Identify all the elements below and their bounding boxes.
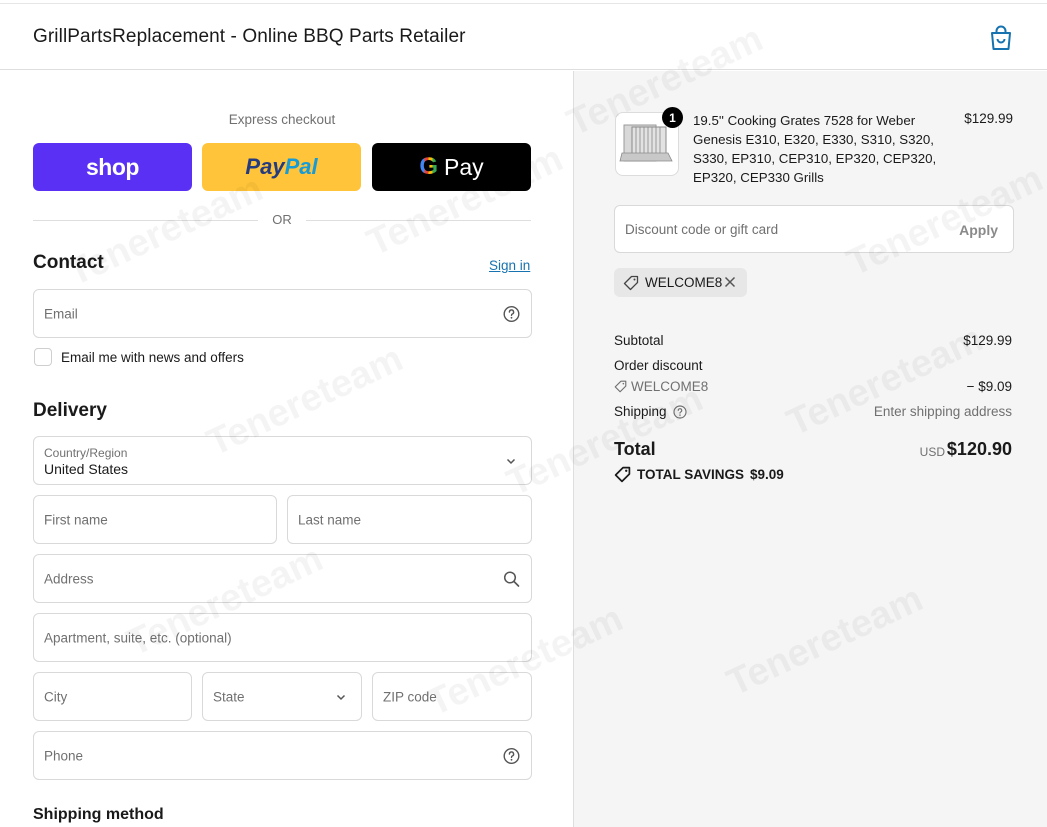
state-select[interactable]: State — [202, 672, 362, 721]
newsletter-label: Email me with news and offers — [61, 350, 244, 365]
help-circle-icon[interactable] — [503, 747, 520, 764]
order-discount-code: WELCOME8 — [631, 379, 709, 394]
product-name: 19.5'' Cooking Grates 7528 for Weber Gen… — [693, 113, 937, 185]
email-placeholder: Email — [44, 306, 78, 321]
express-checkout-label: Express checkout — [228, 112, 336, 127]
total-currency: USD — [919, 445, 945, 459]
order-discount-code-row: WELCOME8 — [614, 379, 708, 394]
google-pay-label: Pay — [444, 153, 484, 180]
tag-icon — [614, 380, 627, 393]
site-header: GrillPartsReplacement - Online BBQ Parts… — [0, 4, 1047, 70]
quantity-badge: 1 — [662, 107, 683, 128]
total-label: Total — [614, 439, 656, 459]
address-field[interactable]: Address — [33, 554, 532, 603]
phone-field[interactable]: Phone — [33, 731, 532, 780]
total-savings: TOTAL SAVINGS $9.09 — [614, 466, 784, 483]
last-name-field[interactable]: Last name — [287, 495, 532, 544]
discount-placeholder: Discount code or gift card — [625, 222, 779, 237]
applied-code: WELCOME8 — [645, 275, 723, 290]
delivery-heading: Delivery — [33, 400, 107, 421]
zip-code-placeholder: ZIP code — [383, 689, 437, 704]
shipping-label: Shipping — [614, 404, 667, 419]
or-divider: OR — [33, 212, 531, 228]
first-name-placeholder: First name — [44, 512, 108, 527]
address-placeholder: Address — [44, 571, 94, 586]
shopping-bag-icon[interactable] — [988, 24, 1014, 52]
shop-pay-label: shop — [86, 153, 139, 180]
subtotal-label: Subtotal — [614, 333, 664, 348]
shipping-value: Enter shipping address — [873, 404, 1012, 419]
order-discount-value: − $9.09 — [966, 379, 1012, 394]
store-title[interactable]: GrillPartsReplacement - Online BBQ Parts… — [33, 26, 466, 48]
checkout-form-panel: Express checkout shop Pay Pal G Pay OR Con… — [0, 71, 573, 827]
city-placeholder: City — [44, 689, 68, 704]
sign-in-link[interactable]: Sign in — [489, 258, 530, 273]
country-label: Country/Region — [44, 446, 128, 460]
order-discount-label: Order discount — [614, 358, 703, 373]
shop-pay-button[interactable]: shop — [33, 143, 192, 191]
discount-code-field[interactable]: Discount code or gift card Apply — [614, 205, 1014, 253]
shipping-row: Shipping — [614, 404, 687, 419]
total-value: $120.90 — [946, 439, 1012, 459]
zip-code-field[interactable]: ZIP code — [372, 672, 532, 721]
or-line-right — [306, 220, 531, 221]
paypal-button[interactable]: Pay Pal — [202, 143, 361, 191]
first-name-field[interactable]: First name — [33, 495, 277, 544]
country-select[interactable]: Country/Region United States — [33, 436, 532, 485]
email-field[interactable]: Email — [33, 289, 532, 338]
google-g-icon: G — [419, 153, 439, 180]
help-circle-icon[interactable] — [672, 404, 687, 419]
country-value: United States — [44, 461, 129, 477]
google-pay-button[interactable]: G Pay — [372, 143, 531, 191]
product-price: $129.99 — [964, 111, 1013, 126]
city-field[interactable]: City — [33, 672, 192, 721]
state-placeholder: State — [213, 689, 245, 704]
chevron-down-icon — [336, 694, 346, 700]
newsletter-checkbox[interactable] — [34, 348, 52, 366]
chevron-down-icon — [506, 458, 516, 464]
apartment-field[interactable]: Apartment, suite, etc. (optional) — [33, 613, 532, 662]
apply-button[interactable]: Apply — [959, 222, 998, 238]
paypal-label-pal: Pal — [284, 154, 318, 179]
shipping-method-heading: Shipping method — [33, 806, 164, 823]
remove-discount-icon[interactable] — [722, 274, 738, 290]
tag-icon — [623, 275, 639, 290]
total-savings-value: $9.09 — [750, 467, 784, 482]
last-name-placeholder: Last name — [298, 512, 362, 527]
tag-icon — [614, 466, 631, 483]
order-summary-panel: 1 19.5'' Cooking Grates 7528 for Weber G… — [573, 71, 1047, 827]
search-icon[interactable] — [503, 570, 520, 587]
contact-heading: Contact — [33, 252, 104, 273]
subtotal-value: $129.99 — [963, 333, 1012, 348]
phone-placeholder: Phone — [44, 748, 84, 763]
help-circle-icon[interactable] — [503, 305, 520, 322]
paypal-label-pay: Pay — [245, 154, 285, 179]
applied-discount-chip: WELCOME8 — [614, 268, 747, 297]
total-savings-label: TOTAL SAVINGS — [637, 467, 745, 482]
apartment-placeholder: Apartment, suite, etc. (optional) — [44, 630, 232, 645]
